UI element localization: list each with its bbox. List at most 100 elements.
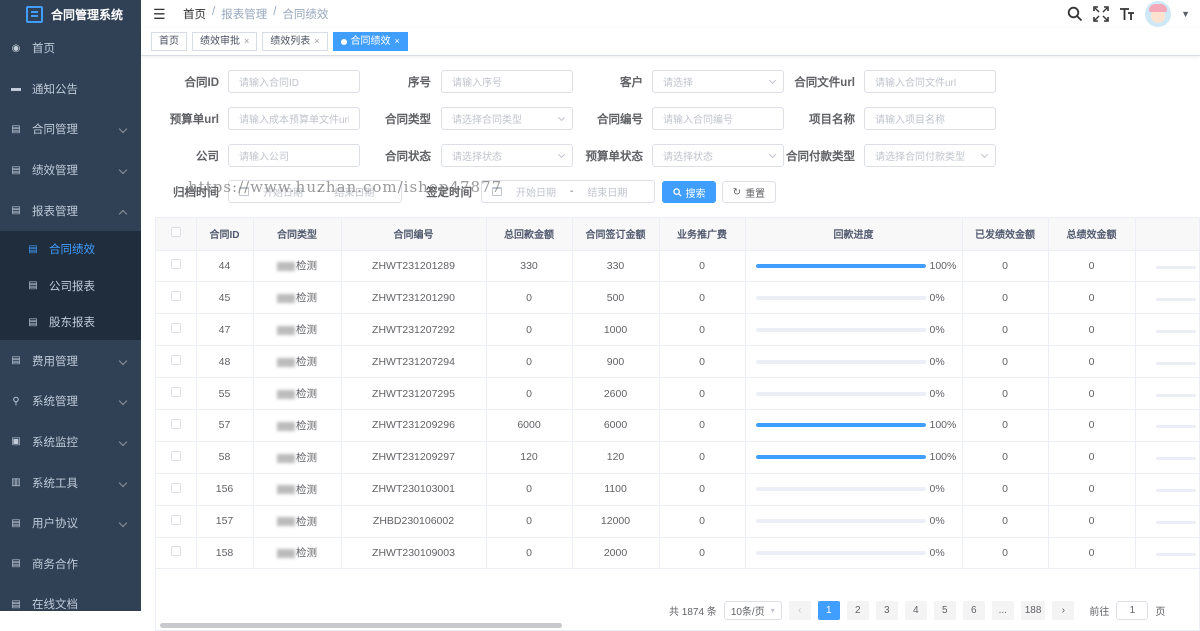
table-row[interactable]: 47检测ZHWT2312072920100000%00 <box>156 314 1200 346</box>
close-icon[interactable]: × <box>244 33 249 50</box>
row-checkbox-cell[interactable] <box>156 282 196 314</box>
contract-type-select[interactable]: 请选择合同类型 <box>441 107 573 130</box>
budget-url-input[interactable]: 请输入成本预算单文件url <box>228 107 360 130</box>
sidebar-item[interactable]: ▤公司报表 <box>0 267 141 304</box>
sidebar-item-label: 股东报表 <box>49 314 95 330</box>
table-row[interactable]: 57检测ZHWT231209296600060000100%00 <box>156 409 1200 441</box>
row-checkbox-cell[interactable] <box>156 441 196 473</box>
row-checkbox[interactable] <box>171 419 181 429</box>
contract-no-input[interactable]: 请输入合同编号 <box>652 107 784 130</box>
sidebar-item[interactable]: ▤ 合同管理 <box>0 109 141 150</box>
table-row[interactable]: 55检测ZHWT2312072950260000%00 <box>156 378 1200 410</box>
sidebar-item[interactable]: ▬通知公告 <box>0 69 141 110</box>
sidebar-item-label: 合同管理 <box>32 121 78 137</box>
row-checkbox-cell[interactable] <box>156 346 196 378</box>
table-row[interactable]: 156检测ZHWT2301030010110000%00 <box>156 473 1200 505</box>
select-all-checkbox-cell[interactable] <box>156 218 196 250</box>
tag-item[interactable]: 首页 <box>151 32 187 51</box>
row-checkbox[interactable] <box>171 387 181 397</box>
sidebar-item[interactable]: ▤绩效管理 <box>0 150 141 191</box>
cell-type: 检测 <box>253 473 341 505</box>
font-size-icon[interactable] <box>1119 6 1135 22</box>
hamburger-icon[interactable]: ☰ <box>153 6 167 23</box>
company-input[interactable]: 请输入公司 <box>228 144 360 167</box>
budget-status-select[interactable]: 请选择状态 <box>652 144 784 167</box>
row-checkbox[interactable] <box>171 259 181 269</box>
sign-time-range[interactable]: 开始日期 - 结束日期 <box>481 180 655 203</box>
row-checkbox-cell[interactable] <box>156 537 196 569</box>
col-header: 业务推广费 <box>659 218 745 250</box>
horizontal-scrollbar[interactable] <box>160 623 562 628</box>
row-checkbox-cell[interactable] <box>156 378 196 410</box>
cell-overflow <box>1135 378 1200 410</box>
caret-down-icon[interactable]: ▼ <box>1181 9 1190 19</box>
cell-promo: 0 <box>659 282 745 314</box>
tag-item[interactable]: 绩效列表× <box>262 32 327 51</box>
row-checkbox[interactable] <box>171 323 181 333</box>
cell-overflow <box>1135 314 1200 346</box>
sidebar-item[interactable]: ▤商务合作 <box>0 543 141 584</box>
cell-overflow <box>1135 473 1200 505</box>
cell-type: 检测 <box>253 537 341 569</box>
sidebar-item[interactable]: ▥系统工具 <box>0 462 141 503</box>
fullscreen-icon[interactable] <box>1093 6 1109 22</box>
sidebar-item[interactable]: ▤股东报表 <box>0 304 141 341</box>
search-icon[interactable] <box>1067 6 1083 22</box>
tag-item[interactable]: 绩效审批× <box>192 32 257 51</box>
sidebar-item[interactable]: ▤在线文档 <box>0 584 141 611</box>
sidebar-item[interactable]: ⚲系统管理 <box>0 381 141 422</box>
table-row[interactable]: 48检测ZHWT231207294090000%00 <box>156 346 1200 378</box>
row-checkbox[interactable] <box>171 515 181 525</box>
cell-type: 检测 <box>253 441 341 473</box>
close-icon[interactable]: × <box>395 33 400 50</box>
document-icon: ▤ <box>10 123 22 135</box>
row-checkbox-cell[interactable] <box>156 473 196 505</box>
table-row[interactable]: 157检测ZHBD23010600201200000%00 <box>156 505 1200 537</box>
table-row[interactable]: 158检测ZHWT2301090030200000%00 <box>156 537 1200 569</box>
progress-bar: 100% <box>746 419 962 431</box>
breadcrumb-item-report[interactable]: 报表管理 <box>221 6 267 22</box>
sidebar-item[interactable]: ▤报表管理 <box>0 190 141 231</box>
row-checkbox-cell[interactable] <box>156 505 196 537</box>
row-checkbox-cell[interactable] <box>156 409 196 441</box>
customer-select[interactable]: 请选择 <box>652 70 784 93</box>
progress-fill <box>756 455 926 459</box>
tag-item[interactable]: 合同绩效× <box>333 32 408 51</box>
contract-status-select[interactable]: 请选择状态 <box>441 144 573 167</box>
row-checkbox[interactable] <box>171 451 181 461</box>
breadcrumb-item-home[interactable]: 首页 <box>183 6 206 22</box>
avatar[interactable] <box>1145 1 1171 27</box>
sidebar-item[interactable]: ▤合同绩效 <box>0 231 141 268</box>
pay-type-select[interactable]: 请选择合同付款类型 <box>864 144 996 167</box>
select-all-checkbox[interactable] <box>171 227 181 237</box>
row-checkbox[interactable] <box>171 291 181 301</box>
row-checkbox-cell[interactable] <box>156 314 196 346</box>
row-checkbox[interactable] <box>171 483 181 493</box>
row-checkbox[interactable] <box>171 355 181 365</box>
seq-input[interactable]: 请输入序号 <box>441 70 573 93</box>
search-button[interactable]: 搜索 <box>662 181 716 203</box>
sidebar-item[interactable]: ▣系统监控 <box>0 422 141 463</box>
cell-id: 158 <box>196 537 253 569</box>
table-row[interactable]: 58检测ZHWT2312092971201200100%00 <box>156 441 1200 473</box>
reset-button[interactable]: ↻ 重置 <box>722 181 776 203</box>
row-checkbox-cell[interactable] <box>156 250 196 282</box>
app-logo[interactable]: 合同管理系统 <box>0 0 141 28</box>
progress-bar: 0% <box>746 515 962 527</box>
file-url-input[interactable]: 请输入合同文件url <box>864 70 996 93</box>
cell-total_return: 0 <box>486 537 572 569</box>
row-checkbox[interactable] <box>171 546 181 556</box>
table-row[interactable]: 45检测ZHWT231201290050000%00 <box>156 282 1200 314</box>
sidebar-item[interactable]: ◉首页 <box>0 28 141 69</box>
project-name-label: 项目名称 <box>781 111 855 127</box>
sidebar-item[interactable]: ▤费用管理 <box>0 340 141 381</box>
sidebar-item-label: 首页 <box>32 40 55 56</box>
contract-id-input[interactable]: 请输入合同ID <box>228 70 360 93</box>
table-row[interactable]: 44检测ZHWT2312012893303300100%00 <box>156 250 1200 282</box>
placeholder: 请选择状态 <box>452 148 502 163</box>
close-icon[interactable]: × <box>314 33 319 50</box>
placeholder: 请选择合同付款类型 <box>875 148 965 163</box>
project-name-input[interactable]: 请输入项目名称 <box>864 107 996 130</box>
chevron-down-icon <box>981 151 988 158</box>
sidebar-item[interactable]: ▤用户协议 <box>0 503 141 544</box>
